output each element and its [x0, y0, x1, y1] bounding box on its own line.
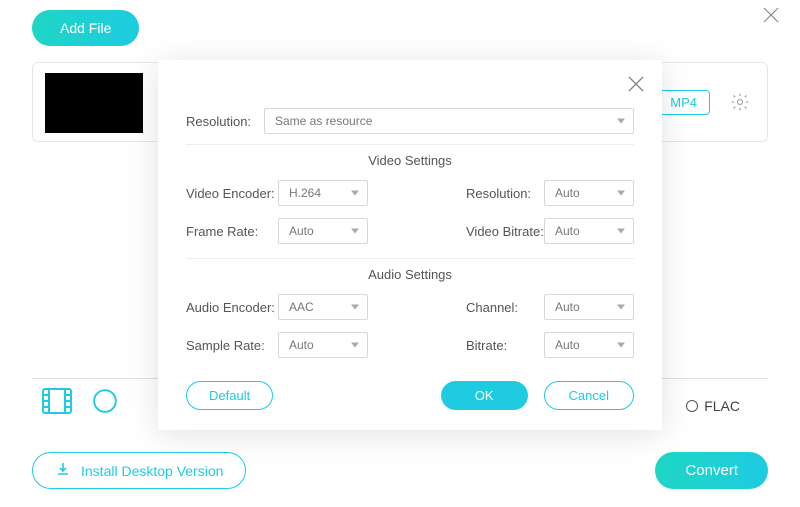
audio-encoder-select[interactable]: AAC [278, 294, 368, 320]
flac-radio[interactable]: FLAC [686, 398, 740, 414]
music-icon[interactable] [92, 388, 118, 419]
divider [186, 144, 634, 145]
audio-bitrate-select[interactable]: Auto [544, 332, 634, 358]
audio-encoder-label: Audio Encoder: [186, 300, 278, 315]
video-resolution-select[interactable]: Auto [544, 180, 634, 206]
frame-rate-label: Frame Rate: [186, 224, 278, 239]
channel-select[interactable]: Auto [544, 294, 634, 320]
install-desktop-button[interactable]: Install Desktop Version [32, 452, 246, 489]
install-label: Install Desktop Version [81, 463, 223, 479]
resolution-select[interactable]: Same as resource [264, 108, 634, 134]
film-icon[interactable] [42, 388, 72, 419]
audio-settings-title: Audio Settings [186, 267, 634, 282]
add-file-button[interactable]: Add File [32, 10, 139, 46]
video-settings-title: Video Settings [186, 153, 634, 168]
close-icon[interactable] [762, 4, 780, 30]
channel-label: Channel: [466, 300, 544, 315]
cancel-button[interactable]: Cancel [544, 381, 634, 410]
video-bitrate-label: Video Bitrate: [466, 224, 544, 239]
gear-icon[interactable] [730, 92, 750, 117]
radio-icon [686, 400, 698, 412]
video-encoder-select[interactable]: H.264 [278, 180, 368, 206]
audio-bitrate-label: Bitrate: [466, 338, 544, 353]
download-icon [55, 461, 71, 480]
resolution-label: Resolution: [186, 114, 264, 129]
bottom-tabs [42, 388, 118, 419]
video-thumbnail [45, 73, 143, 133]
flac-label: FLAC [704, 398, 740, 414]
video-bitrate-select[interactable]: Auto [544, 218, 634, 244]
video-encoder-label: Video Encoder: [186, 186, 278, 201]
frame-rate-select[interactable]: Auto [278, 218, 368, 244]
video-resolution-label: Resolution: [466, 186, 544, 201]
default-button[interactable]: Default [186, 381, 273, 410]
settings-modal: Resolution: Same as resource Video Setti… [158, 60, 662, 430]
sample-rate-label: Sample Rate: [186, 338, 278, 353]
convert-button[interactable]: Convert [655, 452, 768, 489]
divider [186, 258, 634, 259]
modal-close-icon[interactable] [626, 74, 646, 99]
ok-button[interactable]: OK [441, 381, 528, 410]
format-badge[interactable]: MP4 [657, 90, 710, 115]
sample-rate-select[interactable]: Auto [278, 332, 368, 358]
